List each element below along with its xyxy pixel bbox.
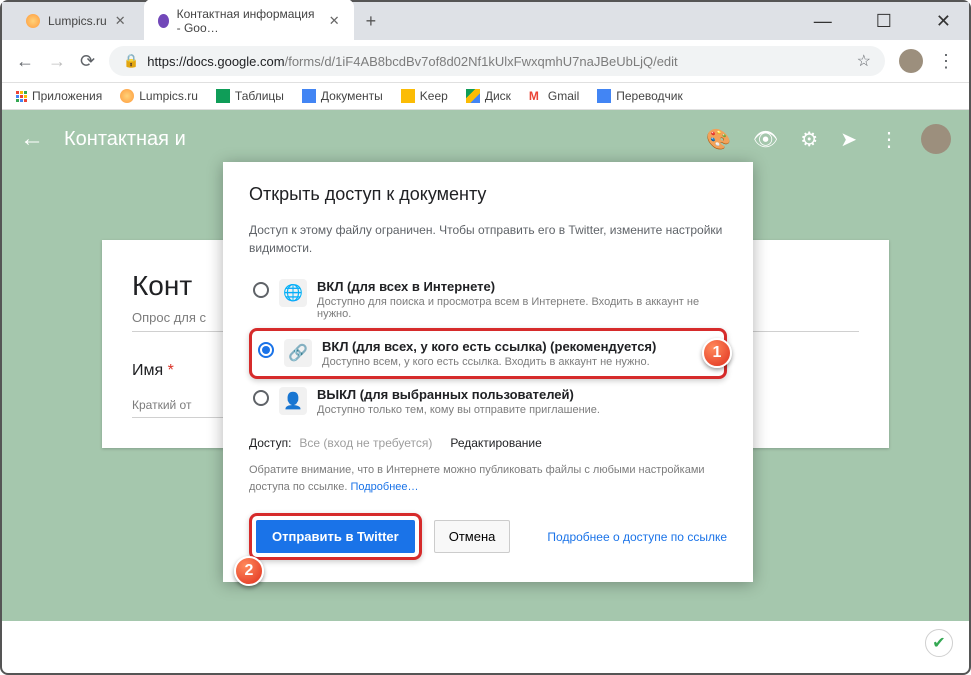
option-desc: Доступно только тем, кому вы отправите п… bbox=[317, 404, 723, 416]
radio-specific[interactable] bbox=[253, 390, 269, 406]
annotation-badge-2: 2 bbox=[234, 556, 264, 586]
modal-title: Открыть доступ к документу bbox=[249, 184, 727, 205]
user-avatar[interactable] bbox=[921, 124, 951, 154]
page-title: Контактная и bbox=[64, 128, 186, 151]
bookmark-gmail[interactable]: MGmail bbox=[529, 89, 579, 103]
person-icon: 👤 bbox=[279, 387, 307, 415]
profile-avatar[interactable] bbox=[899, 49, 923, 73]
sheets-icon bbox=[216, 89, 230, 103]
minimize-button[interactable]: — bbox=[806, 7, 840, 36]
tab-label: Контактная информация - Goo… bbox=[177, 7, 321, 35]
close-icon[interactable]: ✕ bbox=[329, 13, 340, 29]
close-icon[interactable]: ✕ bbox=[115, 13, 126, 29]
bookmarks-bar: Приложения Lumpics.ru Таблицы Документы … bbox=[2, 83, 969, 110]
primary-button-highlight: Отправить в Twitter bbox=[249, 513, 422, 560]
option-title: ВКЛ (для всех, у кого есть ссылка) (реко… bbox=[322, 339, 718, 354]
maximize-button[interactable]: ☐ bbox=[868, 7, 900, 36]
translate-icon bbox=[597, 89, 611, 103]
option-public[interactable]: 🌐 ВКЛ (для всех в Интернете) Доступно дл… bbox=[249, 271, 727, 328]
globe-icon: 🌐 bbox=[279, 279, 307, 307]
gmail-icon: M bbox=[529, 89, 543, 103]
access-row: Доступ: Все (вход не требуется) Редактир… bbox=[249, 436, 727, 450]
favicon-forms bbox=[158, 14, 169, 28]
link-person-icon: 🔗 bbox=[284, 339, 312, 367]
more-about-link-access[interactable]: Подробнее о доступе по ссылке bbox=[547, 530, 727, 544]
radio-public[interactable] bbox=[253, 282, 269, 298]
bookmark-keep[interactable]: Keep bbox=[401, 89, 448, 103]
access-permission[interactable]: Редактирование bbox=[450, 436, 541, 450]
option-desc: Доступно всем, у кого есть ссылка. Входи… bbox=[322, 356, 718, 368]
send-button[interactable]: ➤ bbox=[840, 127, 857, 152]
option-desc: Доступно для поиска и просмотра всем в И… bbox=[317, 296, 723, 320]
bookmark-drive[interactable]: Диск bbox=[466, 89, 511, 103]
share-modal: Открыть доступ к документу Доступ к этом… bbox=[223, 162, 753, 582]
radio-link[interactable] bbox=[258, 342, 274, 358]
favicon-lumpics bbox=[26, 14, 40, 28]
back-button[interactable]: ← bbox=[16, 51, 34, 72]
option-title: ВКЛ (для всех в Интернете) bbox=[317, 279, 723, 294]
settings-button[interactable]: ⚙ bbox=[800, 127, 818, 152]
access-value[interactable]: Все (вход не требуется) bbox=[299, 436, 432, 450]
address-bar[interactable]: 🔒 https://docs.google.com/forms/d/1iF4AB… bbox=[109, 46, 885, 76]
security-shield-icon[interactable]: ✔ bbox=[925, 629, 953, 657]
reload-button[interactable]: ⟳ bbox=[80, 51, 95, 72]
back-arrow-icon[interactable]: ← bbox=[20, 125, 44, 153]
docs-icon bbox=[302, 89, 316, 103]
lock-icon: 🔒 bbox=[123, 53, 139, 69]
keep-icon bbox=[401, 89, 415, 103]
more-menu-button[interactable]: ⋮ bbox=[879, 127, 899, 152]
palette-button[interactable]: 🎨 bbox=[706, 127, 731, 152]
learn-more-link[interactable]: Подробнее… bbox=[350, 481, 418, 493]
send-to-twitter-button[interactable]: Отправить в Twitter bbox=[256, 520, 415, 553]
access-label: Доступ: bbox=[249, 436, 291, 450]
bookmark-lumpics[interactable]: Lumpics.ru bbox=[120, 89, 198, 103]
new-tab-button[interactable]: + bbox=[366, 11, 377, 32]
apps-button[interactable]: Приложения bbox=[16, 89, 102, 103]
cancel-button[interactable]: Отмена bbox=[434, 520, 511, 553]
preview-button[interactable]: 👁 bbox=[753, 127, 778, 152]
modal-subtitle: Доступ к этому файлу ограничен. Чтобы от… bbox=[249, 221, 727, 257]
tab-lumpics[interactable]: Lumpics.ru ✕ bbox=[12, 5, 140, 37]
bookmark-sheets[interactable]: Таблицы bbox=[216, 89, 284, 103]
bookmark-translate[interactable]: Переводчик bbox=[597, 89, 683, 103]
app-header: ← Контактная и 🎨 👁 ⚙ ➤ ⋮ bbox=[2, 110, 969, 168]
option-specific-users[interactable]: 👤 ВЫКЛ (для выбранных пользователей) Дос… bbox=[249, 379, 727, 424]
tab-label: Lumpics.ru bbox=[48, 14, 107, 28]
url-host: https://docs.google.com/forms/d/1iF4AB8b… bbox=[147, 54, 677, 69]
option-title: ВЫКЛ (для выбранных пользователей) bbox=[317, 387, 723, 402]
bookmark-star-icon[interactable]: ☆ bbox=[857, 51, 871, 71]
annotation-badge-1: 1 bbox=[702, 338, 732, 368]
favicon-lumpics bbox=[120, 89, 134, 103]
modal-note: Обратите внимание, что в Интернете можно… bbox=[249, 462, 727, 495]
tab-google-forms[interactable]: Контактная информация - Goo… ✕ bbox=[144, 0, 354, 43]
forward-button[interactable]: → bbox=[48, 51, 66, 72]
drive-icon bbox=[466, 89, 480, 103]
browser-menu-button[interactable]: ⋮ bbox=[937, 51, 955, 72]
bookmark-docs[interactable]: Документы bbox=[302, 89, 383, 103]
close-window-button[interactable]: ✕ bbox=[928, 7, 959, 36]
option-anyone-with-link[interactable]: 🔗 ВКЛ (для всех, у кого есть ссылка) (ре… bbox=[249, 328, 727, 379]
